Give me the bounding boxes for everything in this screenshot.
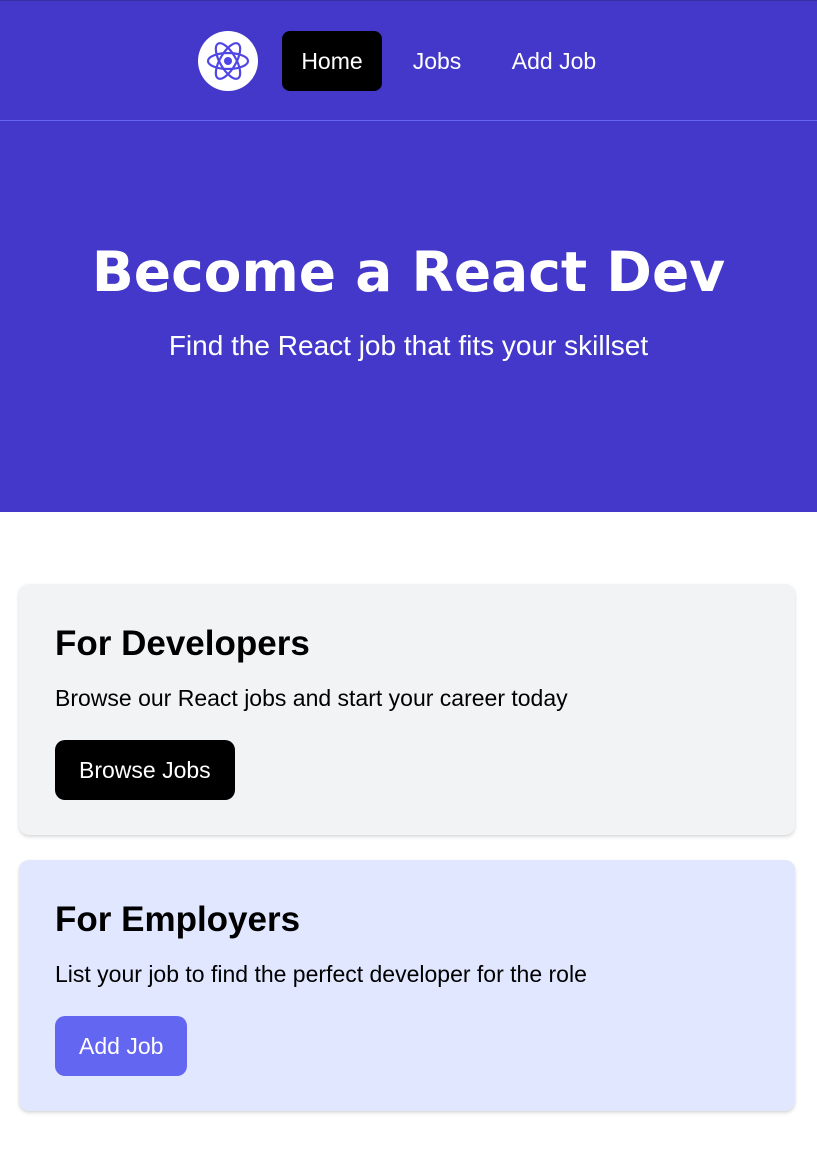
hero-section: Become a React Dev Find the React job th… bbox=[0, 121, 817, 512]
nav-jobs-link[interactable]: Jobs bbox=[396, 31, 478, 91]
add-job-button[interactable]: Add Job bbox=[55, 1016, 188, 1076]
hero-subtitle: Find the React job that fits your skills… bbox=[168, 330, 649, 361]
top-navbar: Home Jobs Add Job bbox=[0, 0, 817, 121]
developers-card-title: For Developers bbox=[55, 624, 310, 663]
hero-title: Become a React Dev bbox=[91, 240, 726, 304]
employers-card: For Employers List your job to find the … bbox=[19, 860, 795, 1111]
employers-card-text: List your job to find the perfect develo… bbox=[55, 961, 587, 987]
developers-card-text: Browse our React jobs and start your car… bbox=[55, 685, 568, 711]
browse-jobs-button[interactable]: Browse Jobs bbox=[55, 740, 235, 800]
nav-home-link[interactable]: Home bbox=[282, 31, 382, 91]
employers-card-title: For Employers bbox=[55, 900, 301, 939]
logo[interactable] bbox=[198, 31, 258, 91]
nav-add-job-link[interactable]: Add Job bbox=[494, 31, 614, 91]
developers-card: For Developers Browse our React jobs and… bbox=[19, 584, 795, 835]
react-atom-icon bbox=[206, 42, 250, 80]
